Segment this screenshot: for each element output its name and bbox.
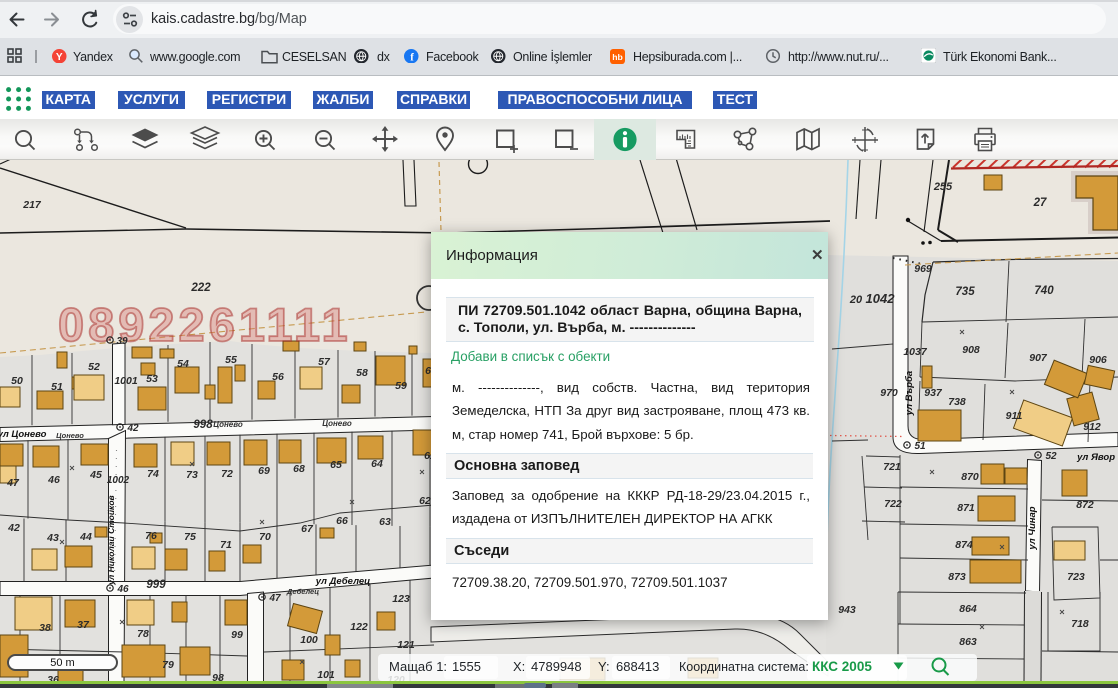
svg-text:52: 52: [88, 361, 100, 373]
svg-text:79: 79: [162, 659, 174, 671]
svg-text:937: 937: [924, 387, 943, 399]
svg-text:57: 57: [318, 356, 331, 368]
svg-text:hb: hb: [612, 51, 623, 61]
svg-text:76: 76: [145, 530, 157, 542]
svg-text:Дебелец: Дебелец: [286, 587, 319, 596]
svg-text:873: 873: [948, 571, 966, 583]
svg-text:46: 46: [116, 584, 129, 595]
svg-text:78: 78: [137, 628, 149, 640]
svg-text:217: 217: [22, 199, 42, 211]
svg-text:37: 37: [77, 619, 90, 631]
svg-text:255: 255: [933, 181, 953, 193]
svg-text:45: 45: [89, 469, 102, 481]
svg-text:874: 874: [955, 539, 973, 551]
svg-text:46: 46: [47, 474, 60, 486]
svg-text:100: 100: [300, 634, 318, 646]
svg-text:ул Николай Стойков: ул Николай Стойков: [106, 495, 116, 585]
svg-text:69: 69: [258, 465, 270, 477]
svg-text:911: 911: [1006, 410, 1023, 422]
svg-text:908: 908: [962, 344, 980, 356]
svg-text:47: 47: [6, 477, 20, 489]
svg-text:ул Дебелец: ул Дебелец: [315, 576, 371, 587]
svg-text:51: 51: [51, 381, 63, 393]
svg-text:59: 59: [395, 380, 407, 392]
svg-text:970: 970: [880, 387, 898, 399]
svg-text:ул Чинар: ул Чинар: [1027, 506, 1038, 550]
svg-text:42: 42: [126, 423, 139, 434]
svg-text:1002: 1002: [107, 475, 130, 486]
svg-text:998: 998: [193, 419, 213, 431]
svg-text:943: 943: [838, 604, 856, 616]
svg-text:969: 969: [914, 263, 932, 275]
svg-text:53: 53: [146, 373, 158, 385]
svg-text:872: 872: [1076, 499, 1094, 511]
svg-text:63: 63: [379, 516, 391, 528]
svg-text:1037: 1037: [903, 346, 928, 358]
svg-text:39: 39: [116, 336, 128, 347]
svg-text:64: 64: [371, 458, 383, 470]
svg-text:718: 718: [1071, 618, 1089, 630]
svg-text:1042: 1042: [866, 291, 896, 306]
svg-text:0892261111: 0892261111: [58, 298, 352, 351]
svg-text:722: 722: [884, 498, 902, 510]
svg-text:73: 73: [186, 469, 198, 481]
svg-text:864: 864: [959, 603, 977, 615]
svg-text:Цонево: Цонево: [213, 420, 243, 429]
svg-text:912: 912: [1083, 421, 1101, 433]
svg-text:ул Явор: ул Явор: [1076, 452, 1115, 463]
svg-text:122: 122: [350, 621, 368, 633]
svg-text:67: 67: [301, 523, 314, 535]
svg-text:51: 51: [914, 441, 926, 452]
svg-text:906: 906: [1089, 354, 1107, 366]
svg-text:ул Цонево: ул Цонево: [0, 429, 47, 440]
svg-text:58: 58: [356, 367, 368, 379]
svg-text:723: 723: [1067, 571, 1085, 583]
svg-text:27: 27: [1033, 197, 1047, 209]
svg-text:222: 222: [190, 282, 211, 294]
svg-text:68: 68: [293, 463, 305, 475]
svg-text:738: 738: [948, 396, 966, 408]
svg-text:66: 66: [336, 515, 348, 527]
svg-text:72: 72: [221, 468, 233, 480]
svg-text:123: 123: [392, 593, 410, 605]
svg-text:Цонево: Цонево: [56, 431, 84, 440]
svg-text:74: 74: [147, 468, 159, 480]
svg-text:20: 20: [849, 294, 863, 306]
svg-text:907: 907: [1029, 352, 1048, 364]
svg-text:54: 54: [177, 358, 189, 370]
svg-text:ул Върба: ул Върба: [904, 371, 915, 416]
svg-text:52: 52: [1045, 451, 1057, 462]
svg-text:999: 999: [146, 579, 166, 591]
svg-text:38: 38: [39, 622, 51, 634]
svg-text:Y: Y: [56, 52, 63, 63]
svg-text:870: 870: [961, 471, 979, 483]
svg-text:42: 42: [7, 522, 20, 534]
svg-text:43: 43: [46, 532, 59, 544]
svg-text:70: 70: [259, 531, 271, 543]
svg-text:721: 721: [883, 461, 901, 473]
svg-text:55: 55: [225, 354, 237, 366]
svg-text:71: 71: [220, 539, 232, 551]
svg-text:62: 62: [419, 495, 431, 507]
svg-text:75: 75: [184, 531, 196, 543]
svg-text:871: 871: [957, 502, 975, 514]
svg-text:47: 47: [268, 593, 281, 604]
svg-text:Цонево: Цонево: [322, 419, 352, 428]
svg-text:101: 101: [317, 669, 335, 681]
svg-text:50: 50: [11, 375, 23, 387]
svg-text:44: 44: [79, 531, 92, 543]
svg-text:740: 740: [1034, 285, 1054, 297]
svg-text:56: 56: [272, 371, 284, 383]
svg-text:1001: 1001: [114, 375, 138, 387]
svg-text:f: f: [410, 51, 414, 63]
svg-text:735: 735: [955, 286, 975, 298]
svg-text:121: 121: [397, 639, 415, 651]
svg-text:65: 65: [330, 459, 342, 471]
svg-text:863: 863: [959, 636, 977, 648]
svg-text:99: 99: [231, 629, 243, 641]
